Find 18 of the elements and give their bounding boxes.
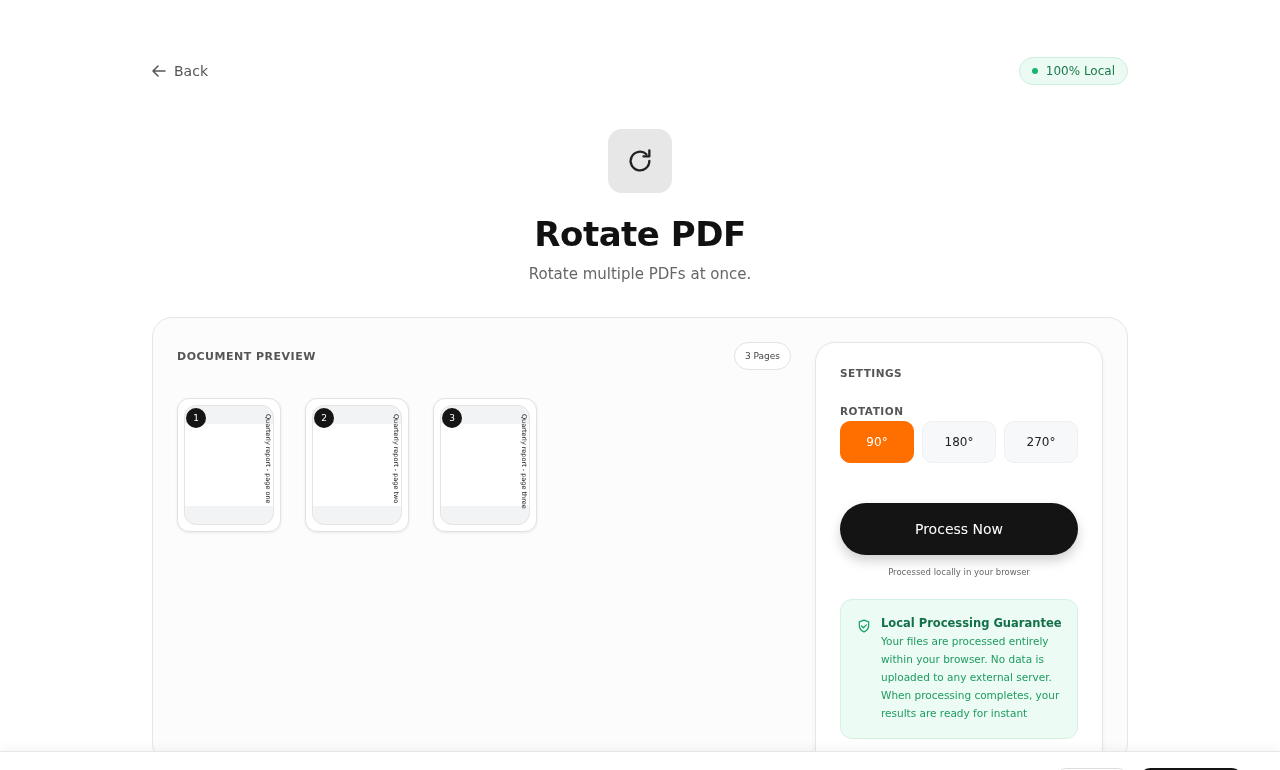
process-note: Processed locally in your browser <box>887 567 1031 577</box>
back-arrow-icon <box>152 64 166 78</box>
page-title: Rotate PDF <box>534 213 746 256</box>
guarantee-text: Your files are processed entirely within your browser. No data is uploaded to any external server. When processing completes, your results are ready for instant <box>881 634 1061 721</box>
guarantee-title: Local Processing Guarantee <box>881 616 1063 630</box>
rotation-option[interactable]: 180° <box>922 421 996 463</box>
process-button[interactable]: Process Now <box>840 503 1078 555</box>
rotation-label: ROTATION <box>840 405 905 417</box>
rotation-option[interactable]: 270° <box>1004 421 1078 463</box>
back-link[interactable]: Back <box>152 63 208 79</box>
shield-check-icon <box>857 619 871 633</box>
badge-label: 100% Local <box>1045 64 1115 78</box>
section-heading: SETTINGS <box>840 367 904 379</box>
status-dot <box>1031 68 1038 74</box>
rotate-icon <box>626 147 654 175</box>
page-subtitle: Rotate multiple PDFs at once. <box>528 265 752 283</box>
page-count-badge: 3 Pages <box>733 342 791 370</box>
section-heading: DOCUMENT PREVIEW <box>177 349 316 363</box>
